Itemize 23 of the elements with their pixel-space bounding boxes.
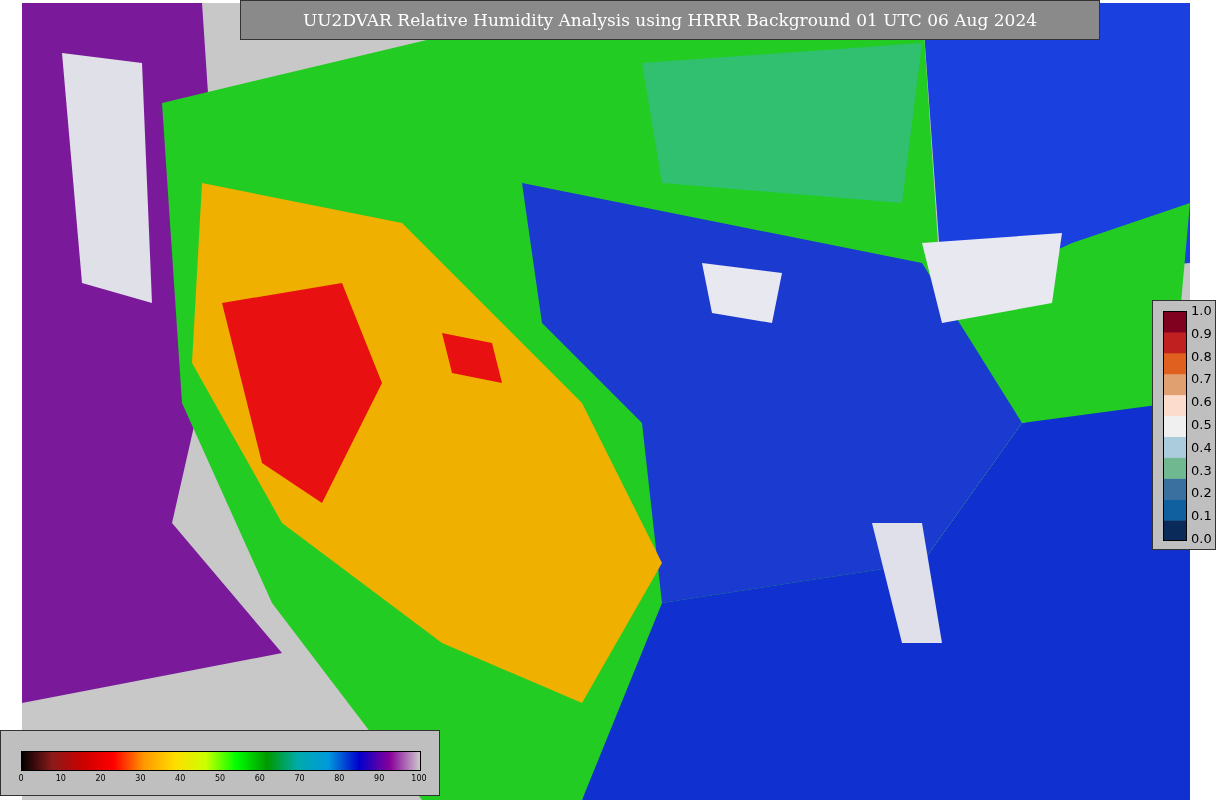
- tick-label: 60: [253, 774, 266, 783]
- map-title: UU2DVAR Relative Humidity Analysis using HRRR Background 01 UTC 06 Aug 2024: [240, 0, 1100, 40]
- tick-label: 0.3: [1191, 462, 1212, 479]
- tick-label: 100: [410, 774, 427, 783]
- tick-label: 70: [293, 774, 306, 783]
- tick-label: 0.4: [1191, 439, 1212, 456]
- tick-label: 0.8: [1191, 348, 1212, 365]
- tick-label: 0.9: [1191, 325, 1212, 342]
- tick-label: 1.0: [1191, 303, 1212, 319]
- tick-label: 10: [54, 774, 67, 783]
- tick-label: 0: [17, 774, 25, 783]
- tick-label: 20: [94, 774, 107, 783]
- tick-label: 0.2: [1191, 485, 1212, 502]
- tick-label: 0.0: [1191, 530, 1212, 547]
- tick-label: 90: [373, 774, 386, 783]
- tick-label: 0.1: [1191, 508, 1212, 525]
- tick-label: 0.7: [1191, 371, 1212, 388]
- tick-label: 40: [174, 774, 187, 783]
- tick-label: 30: [134, 774, 147, 783]
- tick-label: 0.5: [1191, 417, 1212, 433]
- tick-label: 50: [213, 774, 227, 783]
- tick-label: 80: [333, 774, 346, 783]
- tick-label: 0.6: [1191, 394, 1212, 411]
